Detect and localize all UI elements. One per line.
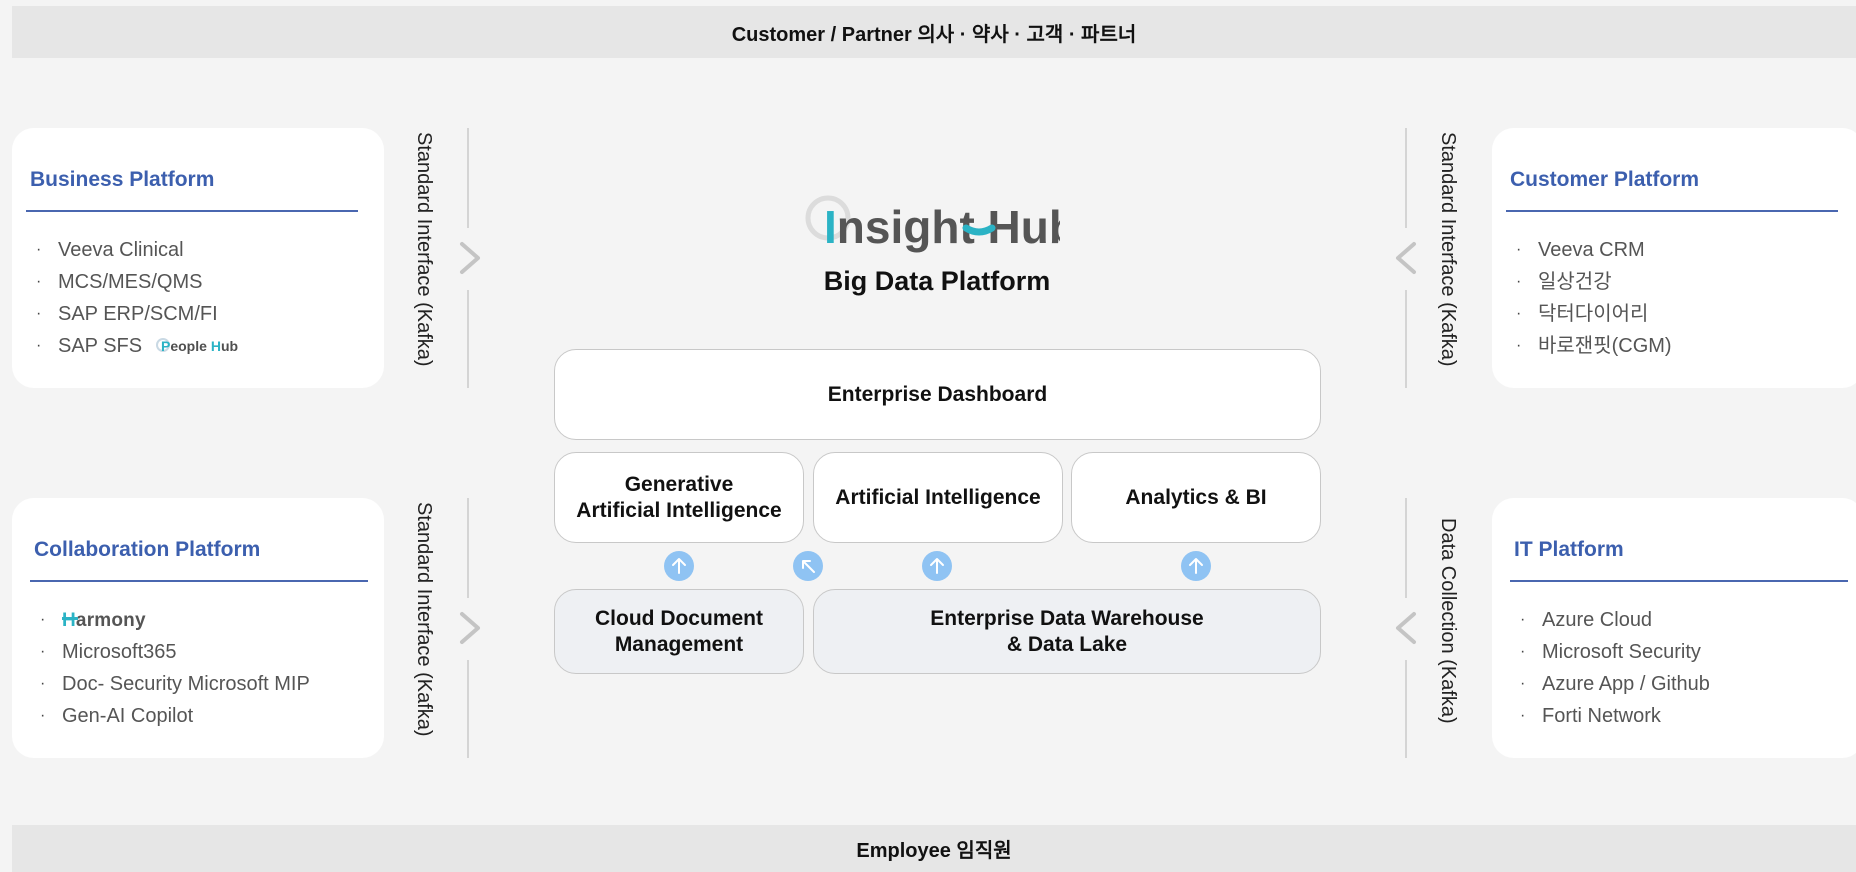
connector-line xyxy=(467,128,469,228)
generative-ai-label-line1: Generative xyxy=(624,472,734,496)
connector-line xyxy=(1405,660,1407,758)
cloud-document-label-line1: Cloud Document xyxy=(595,606,763,630)
business-platform-divider xyxy=(26,210,358,212)
interface-label-bottom-right: Data Collection (Kafka) xyxy=(1437,518,1459,724)
employee-bar: Employee 임직원 xyxy=(12,825,1856,872)
it-platform-list: · Azure Cloud · Microsoft Security · Azure … xyxy=(1520,604,1710,732)
connector-line xyxy=(467,290,469,388)
peoplehub-logo: People Hub xyxy=(156,334,246,358)
customer-platform-card: Customer Platform · Veeva CRM · 일상건강 · 닥터다이… xyxy=(1492,128,1856,388)
svg-text:People Hub: People Hub xyxy=(161,338,238,354)
chevron-right-icon xyxy=(460,242,480,274)
list-item: · Azure App / Github xyxy=(1520,673,1710,695)
cloud-document-label-line2: Management xyxy=(614,632,744,656)
connector-line xyxy=(467,498,469,598)
interface-label-bottom-left: Standard Interface (Kafka) xyxy=(413,502,435,737)
svg-text:Insight Hub: Insight Hub xyxy=(824,201,1060,253)
cloud-document-management-box: Cloud Document Management xyxy=(554,589,804,674)
list-item: · Forti Network xyxy=(1520,705,1661,727)
list-item: · Azure Cloud xyxy=(1520,609,1653,631)
list-item: · Microsoft365 xyxy=(40,641,177,663)
list-item: · SAP SFS People Hub xyxy=(36,330,246,362)
interface-label-top-right: Standard Interface (Kafka) xyxy=(1437,132,1459,367)
arrow-up-icon xyxy=(664,551,694,581)
chevron-left-icon xyxy=(1396,612,1416,644)
connector-line xyxy=(1405,290,1407,388)
collaboration-platform-title: Collaboration Platform xyxy=(34,538,261,561)
list-item: · Microsoft Security xyxy=(1520,641,1701,663)
arrow-up-left-icon xyxy=(793,551,823,581)
enterprise-dashboard-label: Enterprise Dashboard xyxy=(827,382,1048,406)
customer-platform-title: Customer Platform xyxy=(1510,168,1700,191)
list-item: · Harmony xyxy=(40,604,310,636)
generative-ai-label-line2: Artificial Intelligence xyxy=(576,498,782,522)
list-item: · Doc- Security Microsoft MIP xyxy=(40,673,310,695)
artificial-intelligence-label: Artificial Intelligence xyxy=(835,485,1041,509)
analytics-bi-label: Analytics & BI xyxy=(1125,485,1267,509)
list-item: · 일상건강 xyxy=(1516,271,1612,293)
edw-label-line2: & Data Lake xyxy=(1006,632,1128,656)
enterprise-data-warehouse-box: Enterprise Data Warehouse & Data Lake xyxy=(813,589,1321,674)
chevron-left-icon xyxy=(1396,242,1416,274)
collaboration-platform-list: · Harmony · Microsoft365 · Doc- Security M… xyxy=(40,604,310,732)
enterprise-dashboard-box: Enterprise Dashboard xyxy=(554,349,1321,440)
it-platform-divider xyxy=(1510,580,1848,582)
artificial-intelligence-box: Artificial Intelligence xyxy=(813,452,1063,543)
list-item: · SAP ERP/SCM/FI xyxy=(36,303,218,325)
generative-ai-box: Generative Artificial Intelligence xyxy=(554,452,804,543)
collaboration-platform-divider xyxy=(30,580,368,582)
list-item: · Veeva Clinical xyxy=(36,239,184,261)
arrow-up-icon xyxy=(1181,551,1211,581)
list-item: · 닥터다이어리 xyxy=(1516,303,1649,325)
it-platform-card: IT Platform · Azure Cloud · Microsoft Secu… xyxy=(1492,498,1856,758)
interface-label-top-left: Standard Interface (Kafka) xyxy=(413,132,435,367)
insight-hub-logo: Insight Hub xyxy=(805,195,1060,253)
business-platform-card: Business Platform · Veeva Clinical · MCS/M… xyxy=(12,128,384,388)
customer-platform-list: · Veeva CRM · 일상건강 · 닥터다이어리 · 바로잰핏(CGM) xyxy=(1516,234,1672,362)
business-platform-title: Business Platform xyxy=(30,168,215,191)
big-data-platform-title: Big Data Platform xyxy=(823,266,1051,296)
chevron-right-icon xyxy=(460,612,480,644)
business-platform-list: · Veeva Clinical · MCS/MES/QMS · SAP ERP/SC… xyxy=(36,234,246,362)
list-item: · Veeva CRM xyxy=(1516,239,1645,261)
collaboration-platform-card: Collaboration Platform · Harmony · Micros… xyxy=(12,498,384,758)
it-platform-title: IT Platform xyxy=(1514,538,1624,561)
connector-line xyxy=(467,660,469,758)
harmony-logo: Harmony xyxy=(62,608,172,632)
analytics-bi-box: Analytics & BI xyxy=(1071,452,1321,543)
customer-partner-bar: Customer / Partner 의사 · 약사 · 고객 · 파트너 xyxy=(12,6,1856,58)
employee-label: Employee 임직원 xyxy=(856,840,1012,862)
list-item: · MCS/MES/QMS xyxy=(36,271,203,293)
list-item: · 바로잰핏(CGM) xyxy=(1516,335,1672,357)
connector-line xyxy=(1405,128,1407,228)
customer-platform-divider xyxy=(1506,210,1838,212)
svg-text:Harmony: Harmony xyxy=(62,610,146,631)
edw-label-line1: Enterprise Data Warehouse xyxy=(930,606,1204,630)
customer-partner-label: Customer / Partner 의사 · 약사 · 고객 · 파트너 xyxy=(731,23,1137,46)
arrow-up-icon xyxy=(922,551,952,581)
list-item: · Gen-AI Copilot xyxy=(40,705,194,727)
connector-line xyxy=(1405,498,1407,598)
